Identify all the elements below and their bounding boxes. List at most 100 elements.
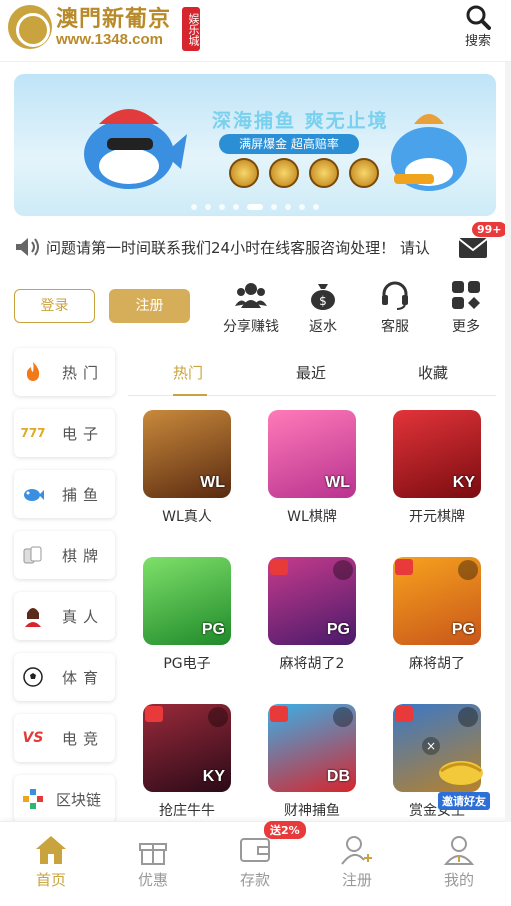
provider-mark: WL (200, 474, 225, 491)
quick-label: 分享赚钱 (223, 319, 279, 335)
thumbs-up-icon (145, 706, 163, 722)
quick-support[interactable]: 客服 (363, 280, 427, 336)
favorite-star-icon[interactable] (458, 560, 478, 580)
game-card[interactable]: KY 开元棋牌 (387, 410, 487, 526)
vs-esports-icon: VS (22, 730, 44, 746)
soccer-ball-icon (23, 667, 43, 687)
live-dealer-icon (25, 608, 41, 627)
nav-label: 存款 (239, 871, 270, 889)
add-user-icon (341, 836, 372, 865)
game-card[interactable]: WL WL真人 (137, 410, 237, 526)
game-thumbnail: WL (143, 410, 231, 498)
provider-mark: PG (201, 621, 225, 638)
quick-rebate[interactable]: $ 返水 (291, 280, 355, 336)
lotus-logo-icon (8, 5, 52, 49)
category-hot[interactable]: 热门 (14, 348, 115, 396)
nav-label: 注册 (341, 871, 372, 889)
tab-hot[interactable]: 热门 (173, 362, 203, 383)
carousel-dot[interactable] (205, 204, 211, 210)
category-slots[interactable]: 777 电子 (14, 409, 115, 457)
game-name: 财神捕鱼 (284, 803, 340, 819)
thumbs-up-icon (270, 559, 288, 575)
carousel-dot[interactable] (271, 204, 277, 210)
page-scrollbar[interactable] (505, 62, 511, 822)
nav-home[interactable]: 首页 (11, 834, 91, 890)
coin-icon (309, 158, 339, 188)
game-card[interactable]: WL WL棋牌 (262, 410, 362, 526)
game-name: PG电子 (163, 656, 211, 672)
tab-favorites[interactable]: 收藏 (418, 362, 448, 383)
category-label: 真人 (62, 607, 105, 626)
gift-icon (139, 843, 167, 865)
notice-marquee-text: 问题请第一时间联系我们24小时在线客服咨询处理！ 请认 (46, 238, 430, 257)
carousel-dot[interactable] (219, 204, 225, 210)
unread-badge: 99+ (472, 222, 507, 237)
search-icon (466, 5, 491, 30)
carousel-dot[interactable] (313, 204, 319, 210)
game-card[interactable]: KY 抢庄牛牛 (137, 704, 237, 820)
speaker-icon (16, 238, 39, 256)
game-name: WL棋牌 (287, 509, 337, 525)
nav-promotions[interactable]: 优惠 (113, 834, 193, 890)
game-name: 麻将胡了2 (279, 656, 345, 672)
favorite-star-icon[interactable] (333, 560, 353, 580)
logo-badge: 娱乐城 (182, 7, 200, 51)
category-fishing[interactable]: 捕鱼 (14, 470, 115, 518)
category-live[interactable]: 真人 (14, 592, 115, 640)
thumbs-up-icon (270, 706, 288, 722)
nav-profile[interactable]: 我的 (419, 834, 499, 890)
grid-more-icon (452, 281, 480, 309)
favorite-star-icon[interactable] (333, 707, 353, 727)
category-label: 捕鱼 (62, 485, 105, 504)
game-thumbnail: KY (393, 410, 481, 498)
favorite-star-icon[interactable] (458, 707, 478, 727)
quick-share-earn[interactable]: 分享赚钱 (219, 280, 283, 336)
coin-icon (269, 158, 299, 188)
active-tab-indicator (173, 394, 207, 396)
favorite-star-icon[interactable] (208, 707, 228, 727)
notice-bar[interactable]: 问题请第一时间联系我们24小时在线客服咨询处理！ 请认 (14, 230, 504, 264)
login-button[interactable]: 登录 (14, 289, 95, 323)
category-cards[interactable]: 棋牌 (14, 531, 115, 579)
category-esports[interactable]: VS 电竞 (14, 714, 115, 762)
game-thumbnail: PG (393, 557, 481, 645)
quick-label: 客服 (381, 319, 409, 335)
cartoon-shark-left (84, 109, 187, 189)
category-label: 体育 (62, 668, 105, 687)
nav-register[interactable]: 注册 (317, 834, 397, 890)
carousel-dot[interactable] (299, 204, 305, 210)
carousel-dot[interactable] (191, 204, 197, 210)
flame-icon (26, 362, 40, 381)
game-card[interactable]: PG 麻将胡了2 (262, 557, 362, 673)
logo-url: www.1348.com (56, 31, 163, 48)
category-blockchain[interactable]: 区块链 (14, 775, 115, 823)
carousel-dot[interactable] (233, 204, 239, 210)
carousel-dot-active[interactable] (247, 204, 263, 210)
search-label: 搜索 (464, 34, 491, 49)
promo-banner[interactable]: 深海捕鱼 爽无止境 满屏爆金 超高赔率 (14, 74, 496, 216)
game-card[interactable]: PG PG电子 (137, 557, 237, 673)
category-sports[interactable]: 体育 (14, 653, 115, 701)
provider-mark: DB (326, 768, 350, 785)
invite-friends-float[interactable]: × 邀请好友 (422, 737, 492, 810)
carousel-dot[interactable] (285, 204, 291, 210)
banner-subline: 满屏爆金 超高赔率 (219, 134, 359, 154)
register-button[interactable]: 注册 (109, 289, 190, 323)
tab-recent[interactable]: 最近 (296, 362, 326, 383)
money-bag-icon: $ (311, 284, 335, 310)
nav-label: 首页 (35, 871, 66, 889)
game-name: 抢庄牛牛 (159, 803, 215, 819)
game-card[interactable]: PG 麻将胡了 (387, 557, 487, 673)
headset-icon (382, 281, 408, 310)
category-label: 热门 (62, 363, 105, 382)
game-thumbnail: WL (268, 410, 356, 498)
nav-deposit[interactable]: 存款 (215, 834, 295, 890)
search-button[interactable]: 搜索 (461, 4, 495, 49)
quick-label: 返水 (309, 319, 337, 335)
quick-more[interactable]: 更多 (434, 280, 498, 336)
carousel-dots (14, 204, 496, 210)
logo-text: 澳門新葡京 www.1348.com (56, 6, 171, 48)
game-card[interactable]: DB 财神捕鱼 (262, 704, 362, 820)
mail-icon[interactable] (458, 236, 488, 260)
brand-logo[interactable]: 澳門新葡京 www.1348.com (8, 5, 171, 49)
